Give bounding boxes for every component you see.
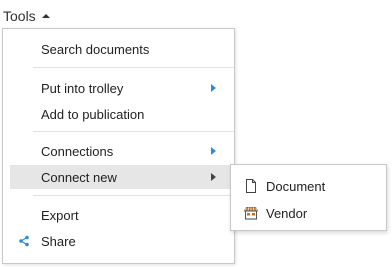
menu-item-put-into-trolley[interactable]: Put into trolley xyxy=(10,76,234,100)
menu-item-label: Put into trolley xyxy=(41,80,124,96)
menu-item-label: Connections xyxy=(41,143,114,159)
submenu-item-document[interactable]: Document xyxy=(231,173,386,199)
connect-new-submenu: Document Vendor xyxy=(230,164,387,231)
menu-item-search-documents[interactable]: Search documents xyxy=(10,37,234,61)
menu-item-connect-new[interactable]: Connect new xyxy=(10,165,232,189)
tools-label: Tools xyxy=(3,8,36,24)
tools-menu-toggle[interactable]: Tools xyxy=(3,6,50,26)
submenu-arrow-icon xyxy=(211,173,216,181)
caret-up-icon xyxy=(41,13,50,18)
submenu-item-label: Document xyxy=(266,178,326,194)
menu-divider xyxy=(33,131,234,132)
menu-item-export[interactable]: Export xyxy=(10,203,234,227)
submenu-arrow-icon xyxy=(211,84,216,92)
menu-item-label: Export xyxy=(41,207,79,223)
menu-item-label: Search documents xyxy=(41,41,150,57)
menu-divider xyxy=(33,195,234,196)
menu-item-label: Share xyxy=(41,233,76,249)
menu-item-label: Add to publication xyxy=(41,106,145,122)
menu-item-add-to-publication[interactable]: Add to publication xyxy=(10,102,234,126)
menu-item-connections[interactable]: Connections xyxy=(10,139,234,163)
submenu-arrow-icon xyxy=(211,147,216,155)
menu-divider xyxy=(33,67,234,68)
menu-item-share[interactable]: Share xyxy=(10,229,234,253)
share-icon xyxy=(19,235,29,247)
submenu-item-vendor[interactable]: Vendor xyxy=(231,200,386,226)
submenu-item-label: Vendor xyxy=(266,205,308,221)
vendor-store-icon xyxy=(243,207,259,220)
document-icon xyxy=(246,179,256,193)
tools-dropdown-menu: Search documents Put into trolley Add to… xyxy=(2,28,235,264)
menu-item-label: Connect new xyxy=(41,169,117,185)
